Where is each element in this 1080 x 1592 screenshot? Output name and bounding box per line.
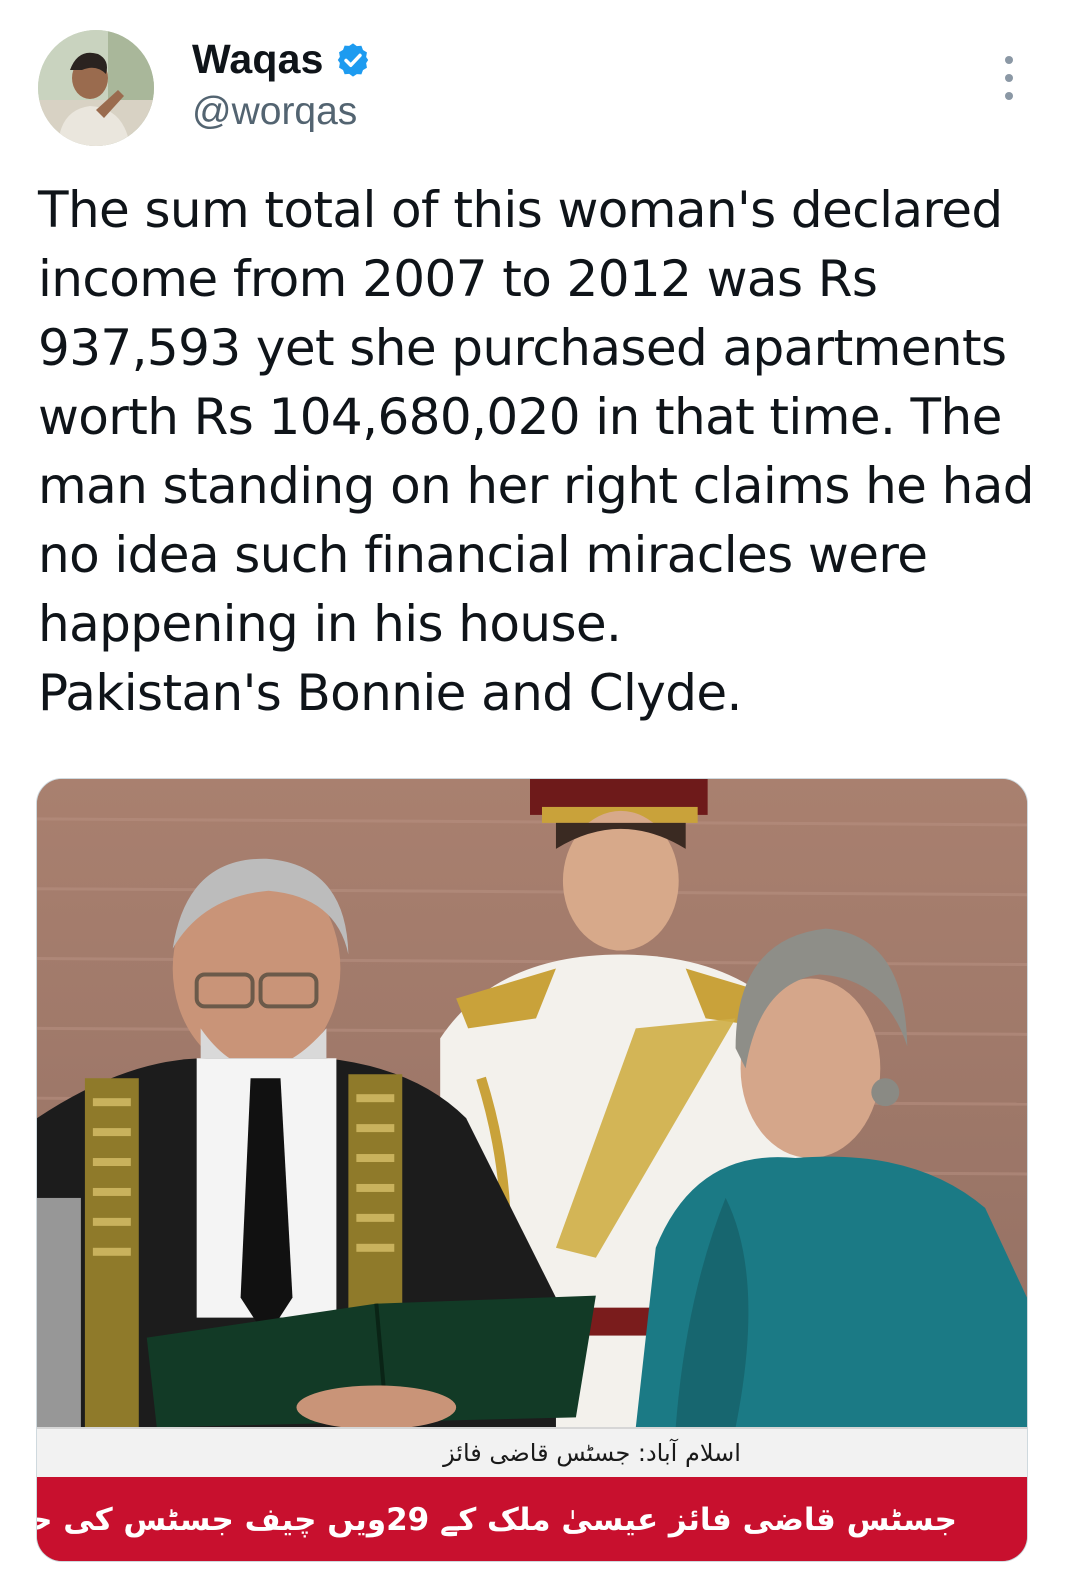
tweet-text-line: The sum total of this woman's declared [38,181,1003,239]
tweet-text-line: no idea such financial miracles were [38,526,928,584]
tweet-text: The sum total of this woman's declared i… [38,176,1048,728]
verified-badge-icon [334,41,372,79]
author-handle[interactable]: @worqas [192,90,357,134]
ticker-bottom-text: جسٹس قاضی فائز عیسیٰ ملک کے 29ویں چیف جس… [37,1502,957,1538]
tweet-card: Waqas @worqas The sum total of this woma… [0,0,1080,1592]
author-name-row: Waqas [192,36,372,83]
tweet-text-line: Pakistan's Bonnie and Clyde. [38,664,742,722]
news-ticker-headline: جسٹس قاضی فائز عیسیٰ ملک کے 29ویں چیف جس… [37,1477,1027,1561]
avatar-photo [38,30,154,146]
tweet-text-line: income from 2007 to 2012 was Rs [38,250,878,308]
ticker-top-text: اسلام آباد: جسٹس قاضی فائز [443,1439,741,1467]
more-options-icon[interactable] [994,56,1024,100]
tweet-text-line: worth Rs 104,680,020 in that time. The [38,388,1002,446]
author-display-name[interactable]: Waqas [192,36,324,83]
tweet-text-line: 937,593 yet she purchased apartments [38,319,1007,377]
tweet-text-line: man standing on her right claims he had [38,457,1034,515]
news-ticker-location: اسلام آباد: جسٹس قاضی فائز [37,1427,1027,1477]
author-avatar[interactable] [38,30,154,146]
tweet-media-image[interactable]: اسلام آباد: جسٹس قاضی فائز جسٹس قاضی فائ… [36,778,1028,1562]
tweet-text-line: happening in his house. [38,595,622,653]
